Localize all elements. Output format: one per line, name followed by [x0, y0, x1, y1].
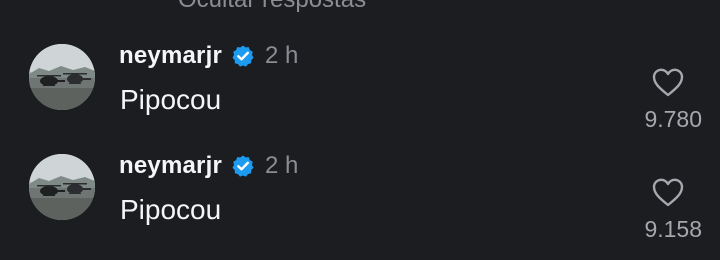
heart-outline-icon [652, 68, 684, 97]
comment-header: neymarjr 2 h [119, 151, 298, 181]
like-count: 9.158 [644, 216, 702, 242]
next-comment-edge [0, 254, 720, 260]
comment-item: neymarjr 2 h Pipocou 9.780 [0, 40, 720, 145]
like-count: 9.780 [644, 106, 702, 132]
hide-replies-link[interactable]: Ocultar respostas [178, 0, 366, 14]
comment-text: Pipocou [120, 84, 222, 115]
heart-outline-icon [652, 178, 684, 207]
timestamp: 2 h [265, 152, 299, 179]
username[interactable]: neymarjr [119, 42, 222, 70]
like-button[interactable] [650, 176, 686, 208]
verified-badge-icon [231, 44, 255, 68]
like-button[interactable] [650, 66, 686, 98]
avatar[interactable] [29, 154, 95, 220]
verified-badge-icon [231, 154, 255, 178]
avatar-helicopter-image [29, 154, 95, 220]
comment-header: neymarjr 2 h [119, 41, 298, 71]
comment-text: Pipocou [120, 194, 222, 225]
avatar-helicopter-image [29, 44, 95, 110]
comment-item: neymarjr 2 h Pipocou 9.158 [0, 150, 720, 255]
avatar[interactable] [29, 44, 95, 110]
username[interactable]: neymarjr [119, 152, 222, 180]
timestamp: 2 h [265, 42, 299, 69]
